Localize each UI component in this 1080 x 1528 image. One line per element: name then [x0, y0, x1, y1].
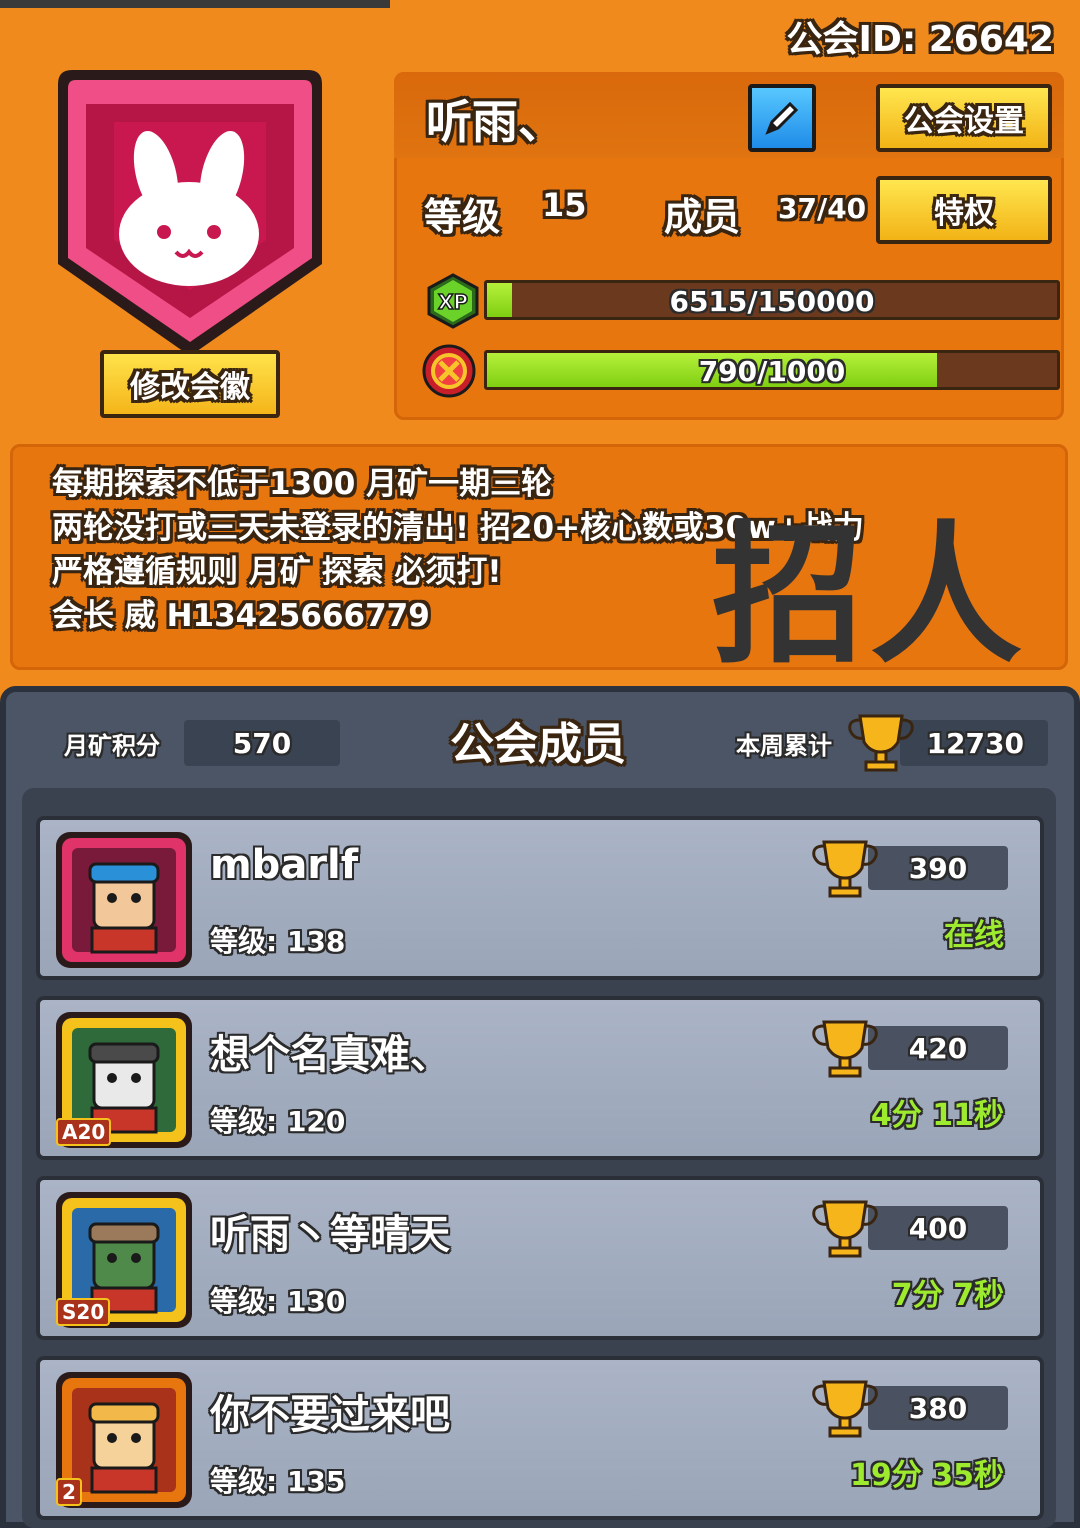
member-level-label: 等级:: [210, 1465, 278, 1498]
mine-score-label: 月矿积分: [64, 732, 160, 760]
guild-name: 听雨、: [426, 95, 564, 149]
member-level: 等级: 138: [210, 920, 345, 960]
weekly-total-value: 12730: [900, 720, 1048, 766]
svg-text:XP: XP: [438, 290, 468, 314]
member-level-label: 等级:: [210, 1285, 278, 1318]
member-card[interactable]: S20 听雨丶等晴天 等级: 130 400 7分 7秒: [36, 1176, 1044, 1340]
member-trophies: 420: [868, 1026, 1008, 1070]
members-title: 公会成员: [450, 719, 626, 770]
trophy-icon: [812, 1380, 878, 1438]
member-level-value: 130: [286, 1285, 346, 1318]
member-rank-badge: S20: [56, 1298, 111, 1326]
member-avatar[interactable]: [52, 828, 196, 972]
member-trophies: 380: [868, 1386, 1008, 1430]
member-card[interactable]: 2 你不要过来吧 等级: 135 380 19分 35秒: [36, 1356, 1044, 1520]
level-label: 等级: [424, 195, 501, 239]
guild-badge: [48, 64, 332, 364]
level-value: 15: [542, 186, 587, 224]
rename-button[interactable]: [748, 84, 816, 152]
trophy-icon: [812, 1020, 878, 1078]
trophy-icon: [812, 1200, 878, 1258]
member-trophies: 400: [868, 1206, 1008, 1250]
member-level: 等级: 120: [210, 1100, 345, 1140]
xp-progress-text: 6515/150000: [669, 285, 875, 318]
member-rank-badge: A20: [56, 1118, 112, 1146]
privilege-button[interactable]: 特权: [876, 176, 1052, 244]
member-trophies: 390: [868, 846, 1008, 890]
member-card[interactable]: A20 想个名真难、 等级: 120 420 4分 11秒: [36, 996, 1044, 1160]
notice-line-1: 每期探索不低于1300 月矿一期三轮: [52, 466, 553, 502]
activity-progress-text: 790/1000: [698, 355, 846, 388]
trophy-icon: [812, 840, 878, 898]
member-name: mbarlf: [210, 842, 359, 888]
member-level: 等级: 130: [210, 1280, 345, 1320]
member-avatar[interactable]: A20: [52, 1008, 196, 1152]
member-level-value: 138: [286, 925, 346, 958]
rabbit-emblem-icon: [58, 70, 322, 356]
member-online-status: 在线: [944, 918, 1004, 953]
member-level-value: 120: [286, 1105, 346, 1138]
member-name: 听雨丶等晴天: [210, 1212, 450, 1258]
pencil-icon: [765, 101, 799, 135]
member-avatar[interactable]: S20: [52, 1188, 196, 1332]
crossed-swords-icon: [420, 342, 478, 400]
guild-settings-button[interactable]: 公会设置: [876, 84, 1052, 152]
member-name: 想个名真难、: [210, 1032, 450, 1078]
weekly-total-label: 本周累计: [736, 732, 832, 760]
notice-line-4: 会长 威 H13425666779: [52, 598, 430, 634]
guild-id: 公会ID: 26642: [786, 19, 1054, 60]
top-edge-bar: [0, 0, 390, 8]
members-value: 37/40: [778, 192, 867, 225]
member-level-label: 等级:: [210, 925, 278, 958]
member-level-value: 135: [286, 1465, 346, 1498]
trophy-icon: [848, 714, 914, 772]
members-label: 成员: [664, 195, 741, 239]
member-level-label: 等级:: [210, 1105, 278, 1138]
member-level: 等级: 135: [210, 1460, 345, 1500]
member-online-status: 4分 11秒: [870, 1098, 1004, 1133]
member-avatar[interactable]: 2: [52, 1368, 196, 1512]
xp-progress-bar: 6515/150000: [484, 280, 1060, 320]
member-online-status: 19分 35秒: [850, 1458, 1004, 1493]
member-online-status: 7分 7秒: [891, 1278, 1004, 1313]
xp-icon: XP: [424, 272, 482, 330]
edit-badge-button[interactable]: 修改会徽: [100, 350, 280, 418]
member-name: 你不要过来吧: [210, 1392, 450, 1438]
member-rank-badge: 2: [56, 1478, 82, 1506]
mine-score-value: 570: [184, 720, 340, 766]
member-card[interactable]: mbarlf 等级: 138 390 在线: [36, 816, 1044, 980]
activity-progress-bar: 790/1000: [484, 350, 1060, 390]
recruit-overlay-text: 招人: [712, 507, 1028, 684]
notice-line-3: 严格遵循规则 月矿 探索 必须打!: [52, 554, 502, 590]
